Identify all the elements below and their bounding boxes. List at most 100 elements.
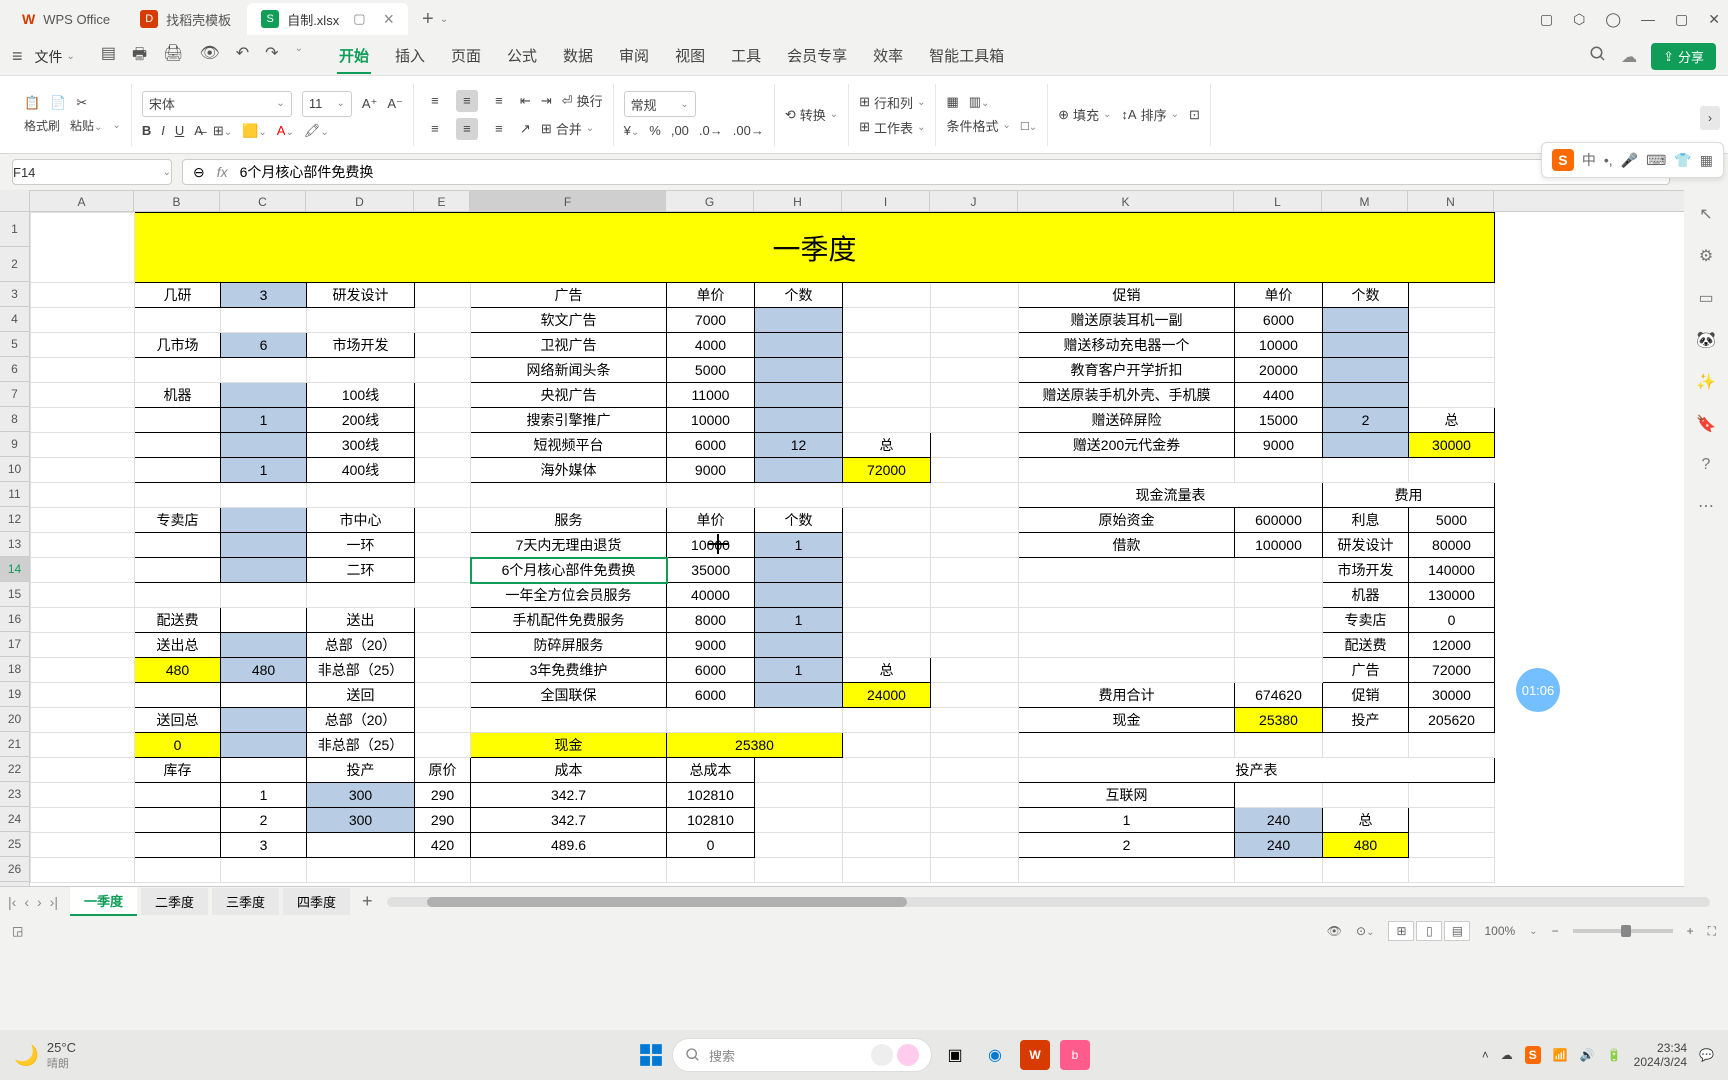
ime-grid-icon[interactable]: ▦ xyxy=(1700,152,1713,169)
font-color-button[interactable]: A⌄ xyxy=(277,123,294,138)
tab-page[interactable]: 页面 xyxy=(449,39,483,74)
tab-efficiency[interactable]: 效率 xyxy=(871,39,905,74)
cut-icon[interactable]: ✂ xyxy=(76,95,87,111)
italic-button[interactable]: I xyxy=(161,123,165,138)
help-icon[interactable]: ? xyxy=(1702,456,1711,474)
ime-lang[interactable]: 中 xyxy=(1582,150,1596,170)
add-tab-icon[interactable]: + xyxy=(422,8,434,31)
edge-icon[interactable]: ◉ xyxy=(980,1040,1010,1070)
add-sheet-icon[interactable]: + xyxy=(362,891,373,912)
align-center-icon[interactable]: ≡ xyxy=(456,118,478,140)
sheet-tab-q1[interactable]: 一季度 xyxy=(70,887,137,916)
comma-icon[interactable]: ,00 xyxy=(671,123,689,138)
share-button[interactable]: ⇪ 分享 xyxy=(1651,43,1716,70)
paste-button[interactable]: 粘贴⌄ xyxy=(70,117,102,134)
cell-reference-box[interactable]: F14 ⌄ xyxy=(12,159,172,185)
paste-icon[interactable]: 📋 xyxy=(24,95,40,111)
notifications-icon[interactable]: 💬 xyxy=(1699,1048,1714,1062)
tray-battery-icon[interactable]: 🔋 xyxy=(1607,1048,1622,1062)
taskview-icon[interactable]: ▣ xyxy=(940,1040,970,1070)
align-top-icon[interactable]: ≡ xyxy=(424,90,446,112)
normal-view-icon[interactable]: ⊞ xyxy=(1388,921,1414,941)
dec-inc-icon[interactable]: .0→ xyxy=(699,123,723,138)
row-col-button[interactable]: ⊞行和列⌄ xyxy=(859,93,925,112)
template-tab[interactable]: D 找稻壳模板 xyxy=(126,3,245,35)
page-break-icon[interactable]: ▤ xyxy=(1444,921,1470,941)
tab-smartbox[interactable]: 智能工具箱 xyxy=(927,39,1006,74)
font-size-select[interactable]: 11⌄ xyxy=(302,91,352,117)
feedback-icon[interactable]: ☁ xyxy=(1621,47,1637,67)
cancel-formula-icon[interactable]: ⊖ xyxy=(193,164,205,181)
redo-icon[interactable]: ↷ xyxy=(265,43,278,70)
bookmark-icon[interactable]: 🔖 xyxy=(1696,414,1716,434)
close-window-icon[interactable]: ✕ xyxy=(1708,11,1720,28)
zoom-value[interactable]: 100% xyxy=(1484,924,1515,938)
increase-font-icon[interactable]: A⁺ xyxy=(362,96,378,112)
file-tab[interactable]: S 自制.xlsx ▢ × xyxy=(247,3,408,35)
currency-icon[interactable]: ¥⌄ xyxy=(624,123,640,138)
highlight-button[interactable]: 🖍⌄ xyxy=(304,123,329,139)
row-headers[interactable]: 1234567891011121314151617181920212223242… xyxy=(0,212,30,886)
indent-inc-icon[interactable]: ⇥ xyxy=(541,93,552,109)
wrap-button[interactable]: ⏎换行 xyxy=(562,91,603,110)
focus-icon[interactable]: ⊙⌄ xyxy=(1356,924,1374,938)
ime-keyboard-icon[interactable]: ⌨ xyxy=(1646,152,1666,169)
fx-icon[interactable]: fx xyxy=(217,164,228,180)
sheet-prev-icon[interactable]: ‹ xyxy=(24,894,29,910)
format-painter-button[interactable]: 格式刷 xyxy=(24,117,60,134)
start-button[interactable] xyxy=(638,1042,664,1068)
sheet-tab-q2[interactable]: 二季度 xyxy=(141,888,208,915)
zoom-out-icon[interactable]: − xyxy=(1552,924,1559,938)
align-bottom-icon[interactable]: ≡ xyxy=(488,90,510,112)
zoom-in-icon[interactable]: + xyxy=(1687,924,1694,938)
export-icon[interactable]: 🖶 xyxy=(132,43,147,70)
cell-border-button[interactable]: □⌄ xyxy=(1021,118,1037,133)
tab-formula[interactable]: 公式 xyxy=(505,39,539,74)
more-dots-icon[interactable]: ⋯ xyxy=(1698,496,1714,516)
sheet-last-icon[interactable]: ›| xyxy=(50,894,58,910)
formula-input[interactable]: ⊖ fx 6个月核心部件免费换 xyxy=(182,159,1670,185)
ime-punct-icon[interactable]: •, xyxy=(1604,152,1613,168)
clipboard-chevron[interactable]: ⌄ xyxy=(112,120,120,131)
save-icon[interactable]: ▤ xyxy=(101,43,116,70)
fill-color-button[interactable]: 🟨⌄ xyxy=(242,123,267,139)
sort-button[interactable]: ↕A排序⌄ xyxy=(1121,105,1179,124)
cond-format-button[interactable]: 条件格式⌄ xyxy=(946,116,1010,135)
minimize-icon[interactable]: — xyxy=(1641,11,1655,28)
tab-view[interactable]: 视图 xyxy=(673,39,707,74)
sheet-next-icon[interactable]: › xyxy=(37,894,42,910)
tab-review[interactable]: 审阅 xyxy=(617,39,651,74)
select-all-corner[interactable] xyxy=(0,190,30,212)
tab-home[interactable]: 开始 xyxy=(337,39,371,74)
align-middle-icon[interactable]: ≡ xyxy=(456,90,478,112)
more-icon[interactable]: ⊡ xyxy=(1189,107,1200,123)
ime-voice-icon[interactable]: 🎤 xyxy=(1621,152,1638,169)
ribbon-scroll-right[interactable]: › xyxy=(1700,106,1720,130)
orientation-icon[interactable]: ↗ xyxy=(520,121,531,137)
grid-cells[interactable]: 一季度几研3研发设计广告单价个数促销单价个数软文广告7000赠送原装耳机一副60… xyxy=(30,212,1708,886)
worksheet-button[interactable]: ⊞工作表⌄ xyxy=(859,118,925,137)
align-left-icon[interactable]: ≡ xyxy=(424,118,446,140)
percent-icon[interactable]: % xyxy=(649,123,661,138)
indent-dec-icon[interactable]: ⇤ xyxy=(520,93,531,109)
tab-menu-chevron[interactable]: ⌄ xyxy=(440,14,448,25)
sheet-tab-q3[interactable]: 三季度 xyxy=(212,888,279,915)
tray-cloud-icon[interactable]: ☁ xyxy=(1501,1048,1513,1062)
copy-icon[interactable]: 📄 xyxy=(50,95,66,111)
taskbar-search[interactable]: 搜索 xyxy=(672,1038,932,1072)
convert-button[interactable]: ⟲转换⌄ xyxy=(785,105,838,124)
page-layout-icon[interactable]: ▯ xyxy=(1416,921,1442,941)
tray-chevron-icon[interactable]: ˄ xyxy=(1482,1048,1489,1062)
app-tab[interactable]: W WPS Office xyxy=(8,3,124,35)
font-select[interactable]: 宋体⌄ xyxy=(142,91,292,117)
file-menu[interactable]: 文件 ⌄ xyxy=(35,47,75,67)
cursor-tool-icon[interactable]: ↖ xyxy=(1699,204,1712,224)
dec-dec-icon[interactable]: .00→ xyxy=(733,123,764,138)
merge-button[interactable]: ⊞合并⌄ xyxy=(541,119,594,138)
bilibili-icon[interactable]: b xyxy=(1060,1040,1090,1070)
bold-button[interactable]: B xyxy=(142,123,151,138)
table-format-icon[interactable]: ▦ xyxy=(946,94,958,110)
tab-insert[interactable]: 插入 xyxy=(393,39,427,74)
zoom-slider[interactable] xyxy=(1573,929,1673,933)
fill-button[interactable]: ⊕填充⌄ xyxy=(1058,105,1111,124)
